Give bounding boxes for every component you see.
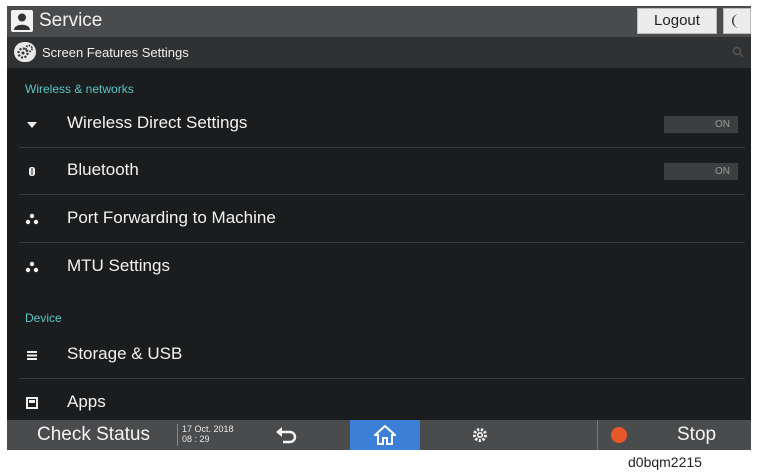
network-icon [25,212,39,226]
apps-icon [25,396,39,410]
list-item-label: Storage & USB [67,344,183,363]
date-text: 17 Oct. 2018 [182,424,234,434]
figure-caption: d0bqm2215 [628,454,702,470]
wifi-icon [25,117,39,131]
time-text: 08 : 29 [182,434,210,444]
back-button[interactable] [275,426,297,449]
stop-icon[interactable] [611,427,627,443]
storage-icon [25,348,39,362]
list-item-wireless-direct[interactable]: Wireless Direct Settings ON [7,101,751,148]
logout-button[interactable]: Logout [637,8,717,34]
search-icon[interactable] [732,45,744,63]
date-time: 17 Oct. 2018 08 : 29 [177,424,252,446]
gear-icon [473,428,487,442]
bluetooth-toggle[interactable]: ON [664,163,738,180]
settings-badge [14,42,36,62]
moon-icon [732,14,739,28]
energy-saver-button[interactable] [723,8,751,34]
title-bar: Service Logout [7,6,751,37]
list-item-port-forwarding[interactable]: Port Forwarding to Machine [7,196,751,243]
divider [19,378,745,379]
bluetooth-icon [25,164,39,178]
user-icon [11,10,33,32]
network-icon [25,260,39,274]
back-arrow-icon [276,427,297,444]
settings-button[interactable] [471,426,489,449]
app-title: Service [39,10,103,31]
gears-icon [17,44,33,59]
divider [19,242,745,243]
divider [597,420,598,450]
list-item-label: Bluetooth [67,160,139,179]
divider [19,194,745,195]
list-item-label: MTU Settings [67,256,170,275]
page-title: Screen Features Settings [42,45,189,60]
list-item-bluetooth[interactable]: Bluetooth ON [7,148,751,195]
list-item-storage-usb[interactable]: Storage & USB [7,332,751,379]
section-header-wireless: Wireless & networks [25,82,134,96]
check-status-button[interactable]: Check Status [37,423,150,447]
stop-button[interactable]: Stop [677,423,716,447]
screen-header: Screen Features Settings [7,37,751,68]
section-header-device: Device [25,311,62,325]
home-icon [374,425,396,445]
list-item-label: Apps [67,392,106,411]
wireless-direct-toggle[interactable]: ON [664,116,738,133]
list-item-mtu-settings[interactable]: MTU Settings [7,244,751,291]
home-button[interactable] [350,420,420,450]
list-item-label: Port Forwarding to Machine [67,208,276,227]
screen: Service Logout Screen Features Settings … [7,6,751,450]
list-item-label: Wireless Direct Settings [67,113,248,132]
bottom-bar: Check Status 17 Oct. 2018 08 : 29 Stop [7,420,751,450]
